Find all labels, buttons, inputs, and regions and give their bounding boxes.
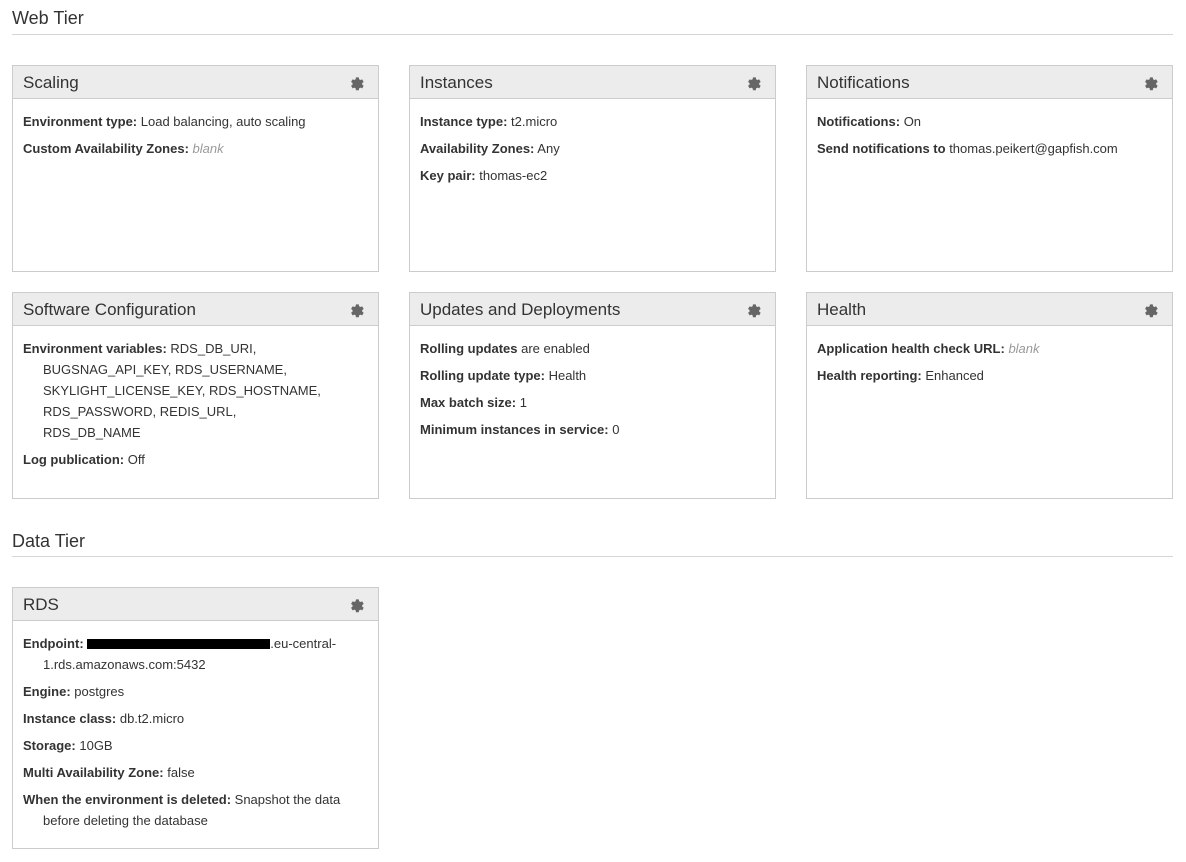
send-notifications-row: Send notifications to thomas.peikert@gap… — [817, 138, 1162, 159]
health-check-url-value: blank — [1008, 341, 1040, 356]
multi-az-value: false — [167, 765, 195, 780]
min-instances-row: Minimum instances in service: 0 — [420, 419, 765, 440]
environment-type-value: Load balancing, auto scaling — [140, 114, 306, 129]
health-reporting-row: Health reporting: Enhanced — [817, 365, 1162, 386]
health-panel-header: Health — [807, 293, 1172, 326]
instance-class-label: Instance class: — [23, 711, 117, 726]
custom-az-label: Custom Availability Zones: — [23, 141, 189, 156]
max-batch-size-row: Max batch size: 1 — [420, 392, 765, 413]
instance-type-label: Instance type: — [420, 114, 508, 129]
send-notifications-value: thomas.peikert@gapfish.com — [949, 141, 1118, 156]
notifications-panel-title: Notifications — [817, 73, 910, 92]
rds-panel: RDS Endpoint: .eu-central-1.rds.amazonaw… — [12, 587, 379, 849]
gear-icon[interactable] — [1142, 74, 1160, 92]
updates-deployments-panel-title: Updates and Deployments — [420, 300, 621, 319]
environment-variables-label: Environment variables: — [23, 341, 167, 356]
software-configuration-panel-title: Software Configuration — [23, 300, 196, 319]
software-configuration-panel: Software Configuration Environment varia… — [12, 292, 379, 499]
availability-zones-label: Availability Zones: — [420, 141, 535, 156]
gear-icon[interactable] — [745, 74, 763, 92]
web-tier-divider — [12, 34, 1173, 35]
rds-panel-title: RDS — [23, 595, 59, 614]
health-reporting-value: Enhanced — [925, 368, 984, 383]
endpoint-label: Endpoint: — [23, 636, 84, 651]
notifications-panel: Notifications Notifications: On Send not… — [806, 65, 1173, 272]
gear-icon[interactable] — [348, 74, 366, 92]
rolling-updates-label: Rolling updates — [420, 341, 518, 356]
notifications-value: On — [903, 114, 922, 129]
health-panel-title: Health — [817, 300, 867, 319]
gear-icon[interactable] — [348, 301, 366, 319]
scaling-panel: Scaling Environment type: Load balancing… — [12, 65, 379, 272]
custom-az-row: Custom Availability Zones: blank — [23, 138, 368, 159]
availability-zones-value: Any — [537, 141, 560, 156]
gear-icon[interactable] — [348, 596, 366, 614]
instance-class-value: db.t2.micro — [119, 711, 185, 726]
gear-icon[interactable] — [745, 301, 763, 319]
rolling-updates-value: are enabled — [521, 341, 590, 356]
rolling-updates-row: Rolling updates are enabled — [420, 338, 765, 359]
data-tier-title: Data Tier — [12, 531, 86, 551]
min-instances-value: 0 — [612, 422, 620, 437]
max-batch-size-value: 1 — [519, 395, 527, 410]
data-tier-divider — [12, 556, 1173, 557]
web-tier-title: Web Tier — [12, 8, 84, 28]
rolling-update-type-value: Health — [548, 368, 587, 383]
key-pair-value: thomas-ec2 — [479, 168, 548, 183]
redacted-endpoint-host — [87, 638, 271, 649]
max-batch-size-label: Max batch size: — [420, 395, 517, 410]
key-pair-row: Key pair: thomas-ec2 — [420, 165, 765, 186]
engine-row: Engine: postgres — [23, 681, 368, 702]
endpoint-row: Endpoint: .eu-central-1.rds.amazonaws.co… — [23, 633, 368, 675]
storage-label: Storage: — [23, 738, 76, 753]
notifications-panel-header: Notifications — [807, 66, 1172, 99]
instance-class-row: Instance class: db.t2.micro — [23, 708, 368, 729]
deletion-policy-row: When the environment is deleted: Snapsho… — [23, 789, 368, 831]
instance-type-value: t2.micro — [511, 114, 558, 129]
storage-row: Storage: 10GB — [23, 735, 368, 756]
instances-panel: Instances Instance type: t2.micro Availa… — [409, 65, 776, 272]
environment-type-label: Environment type: — [23, 114, 138, 129]
engine-value: postgres — [74, 684, 125, 699]
send-notifications-label: Send notifications to — [817, 141, 946, 156]
deletion-policy-label: When the environment is deleted: — [23, 792, 232, 807]
notifications-row: Notifications: On — [817, 111, 1162, 132]
instances-panel-header: Instances — [410, 66, 775, 99]
scaling-panel-title: Scaling — [23, 73, 79, 92]
instances-panel-title: Instances — [420, 73, 493, 92]
updates-deployments-panel-header: Updates and Deployments — [410, 293, 775, 326]
scaling-panel-header: Scaling — [13, 66, 378, 99]
health-check-url-label: Application health check URL: — [817, 341, 1005, 356]
key-pair-label: Key pair: — [420, 168, 476, 183]
environment-variables-row: Environment variables: RDS_DB_URI, BUGSN… — [23, 338, 368, 443]
gear-icon[interactable] — [1142, 301, 1160, 319]
rds-panel-header: RDS — [13, 588, 378, 621]
multi-az-row: Multi Availability Zone: false — [23, 762, 368, 783]
availability-zones-row: Availability Zones: Any — [420, 138, 765, 159]
min-instances-label: Minimum instances in service: — [420, 422, 609, 437]
environment-type-row: Environment type: Load balancing, auto s… — [23, 111, 368, 132]
log-publication-row: Log publication: Off — [23, 449, 368, 470]
health-check-url-row: Application health check URL: blank — [817, 338, 1162, 359]
rolling-update-type-label: Rolling update type: — [420, 368, 545, 383]
custom-az-value: blank — [192, 141, 224, 156]
multi-az-label: Multi Availability Zone: — [23, 765, 164, 780]
updates-deployments-panel: Updates and Deployments Rolling updates … — [409, 292, 776, 499]
health-reporting-label: Health reporting: — [817, 368, 922, 383]
engine-label: Engine: — [23, 684, 71, 699]
rolling-update-type-row: Rolling update type: Health — [420, 365, 765, 386]
notifications-label: Notifications: — [817, 114, 901, 129]
storage-value: 10GB — [79, 738, 113, 753]
log-publication-value: Off — [127, 452, 145, 467]
software-configuration-panel-header: Software Configuration — [13, 293, 378, 326]
log-publication-label: Log publication: — [23, 452, 125, 467]
instance-type-row: Instance type: t2.micro — [420, 111, 765, 132]
health-panel: Health Application health check URL: bla… — [806, 292, 1173, 499]
